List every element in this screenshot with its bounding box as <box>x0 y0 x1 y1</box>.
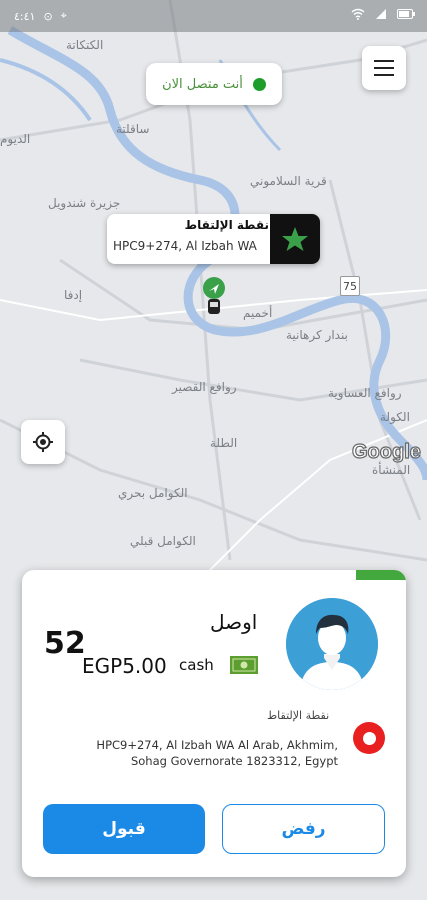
notification-icon: ⊙ <box>43 9 53 23</box>
fare-price: EGP5.00 <box>82 654 167 678</box>
map-label: الديوم <box>0 132 31 146</box>
signal-icon <box>375 8 387 23</box>
menu-icon <box>374 60 394 62</box>
status-indicator <box>356 570 406 580</box>
battery-icon <box>397 9 415 22</box>
route-badge: 75 <box>340 276 360 296</box>
map-label: بندار كرهانية <box>286 328 348 342</box>
pickup-marker-address: HPC9+274, Al Izbah WA <box>113 239 257 253</box>
location-icon: ⌖ <box>60 9 67 22</box>
map-label: ساقلتة <box>116 122 150 136</box>
map-label: المنشأة <box>372 463 411 477</box>
payment-type: cash <box>179 656 214 674</box>
pin-icon <box>353 722 385 754</box>
map-label: جزيرة شندويل <box>48 196 121 210</box>
menu-icon-bar <box>374 67 394 69</box>
map-label: الطلة <box>210 436 238 450</box>
online-status-label: أنت متصل الان <box>162 76 243 92</box>
eta-minutes: 52 <box>44 626 86 661</box>
cash-icon <box>230 656 258 674</box>
pin-icon-center <box>362 731 376 745</box>
pickup-marker-title: نقطة الإلتقاط <box>184 218 269 232</box>
google-logo: Google <box>351 440 421 463</box>
map-label: أخميم <box>243 306 273 320</box>
map-label: الكتكاتة <box>66 38 104 52</box>
map-label: الكولة <box>380 410 410 424</box>
map-label: روافع القصير <box>172 380 237 394</box>
locate-icon <box>33 432 53 452</box>
map-label: إدفا <box>64 288 83 302</box>
pickup-address: HPC9+274, Al Izbah WA Al Arab, Akhmim, S… <box>96 738 338 768</box>
star-icon <box>270 214 320 264</box>
pickup-label: نقطة الإلتقاط <box>267 709 330 722</box>
map-label: روافع العساوية <box>328 386 402 400</box>
arrive-label: اوصل <box>210 610 258 634</box>
online-dot-icon <box>252 77 266 91</box>
avatar-icon <box>286 598 378 690</box>
ride-request-card: 52 اوصل EGP5.00 cash نقطة الإلتقاط HPC9+… <box>22 570 406 877</box>
online-status-pill[interactable]: أنت متصل الان <box>146 63 282 105</box>
reject-button[interactable]: رفض <box>222 804 385 854</box>
accept-button[interactable]: قبول <box>43 804 205 854</box>
menu-icon-bar <box>374 74 394 76</box>
menu-button[interactable] <box>362 46 406 90</box>
map-label: قرية السلاموني <box>250 174 327 188</box>
pickup-marker-card[interactable]: نقطة الإلتقاط HPC9+274, Al Izbah WA <box>107 214 320 264</box>
map-label: الكوامل بحري <box>118 486 188 500</box>
map-label: الكوامل قبلي <box>130 534 196 548</box>
locate-button[interactable] <box>21 420 65 464</box>
navigation-arrow-icon <box>200 276 228 316</box>
status-bar: ٤:٤١ ⊙ ⌖ <box>0 0 427 32</box>
wifi-icon <box>351 8 365 23</box>
status-time: ٤:٤١ <box>14 9 36 23</box>
